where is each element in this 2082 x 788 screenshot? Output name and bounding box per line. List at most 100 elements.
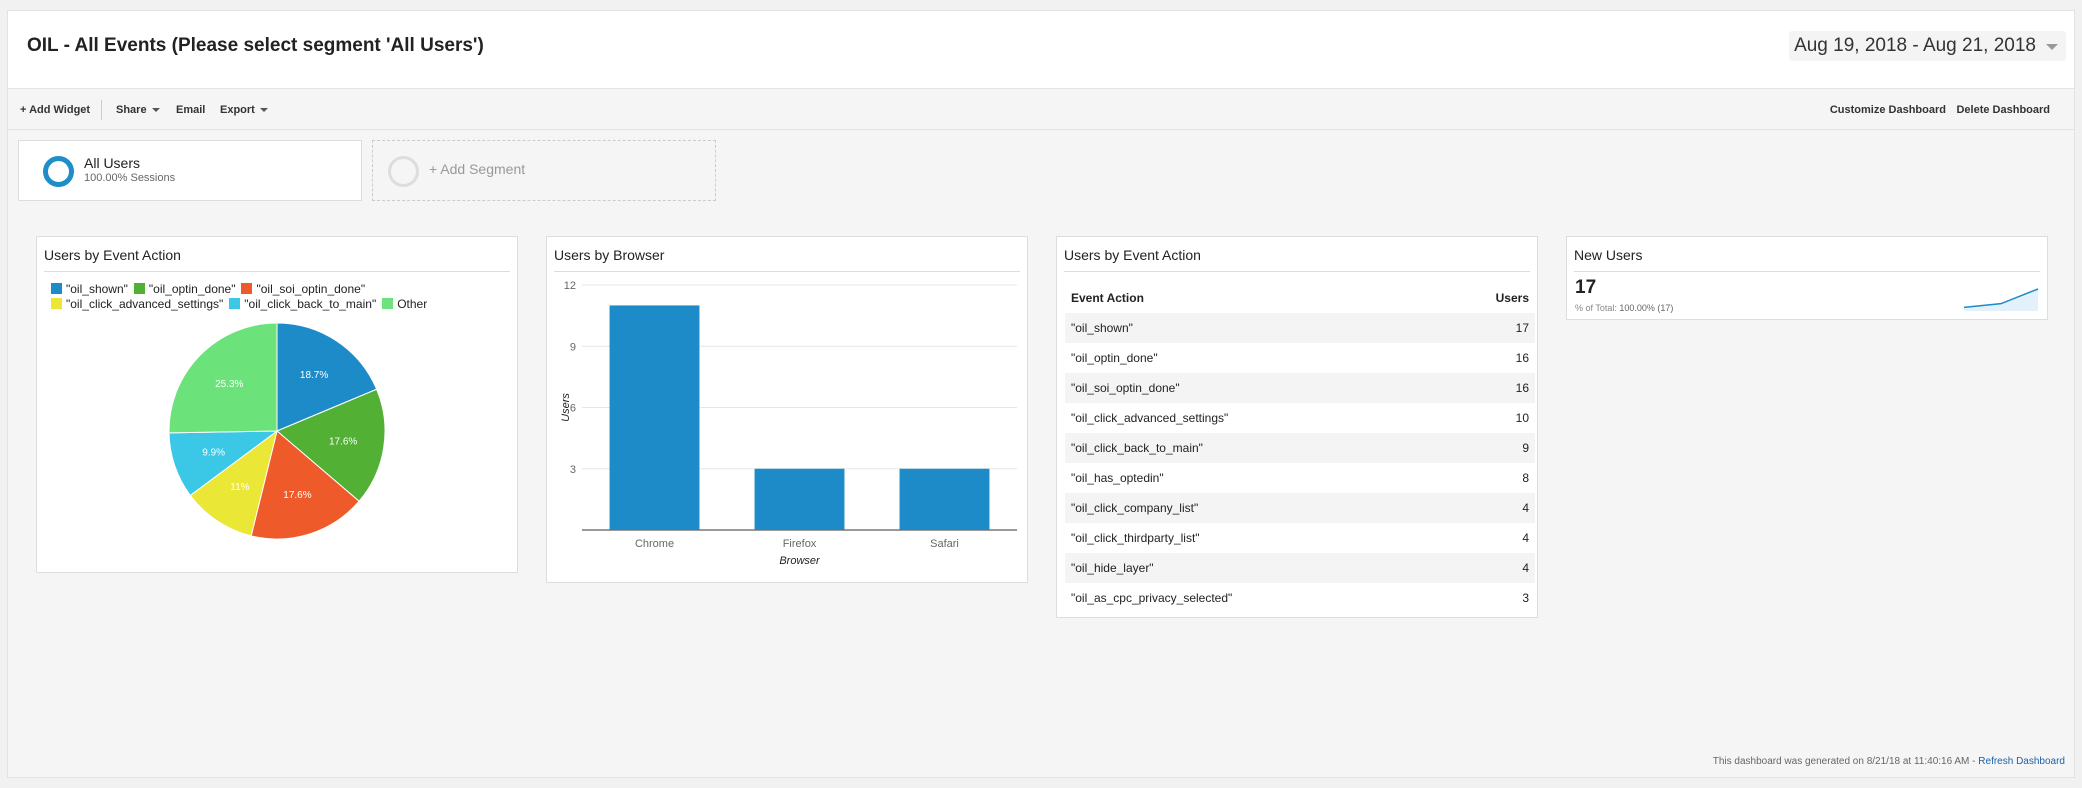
sparkline-chart [1963, 288, 2039, 311]
users-cell: 3 [1522, 591, 1529, 605]
column-header-event-action[interactable]: Event Action [1065, 283, 1437, 313]
segment-sessions: 100.00% Sessions [84, 172, 176, 184]
customize-dashboard-button[interactable]: Customize Dashboard [1830, 90, 1946, 130]
legend-swatch [51, 283, 62, 294]
widget-title: New Users [1574, 247, 2040, 272]
table-row: "oil_optin_done" 16 [1065, 343, 1535, 373]
table-row: "oil_click_back_to_main" 9 [1065, 433, 1535, 463]
sparkline-area [1964, 289, 2038, 311]
event-action-cell: "oil_click_back_to_main" [1065, 433, 1438, 463]
pie-slice-label: 17.6% [283, 490, 311, 501]
delete-dashboard-button[interactable]: Delete Dashboard [1956, 90, 2050, 130]
pie-chart: 18.7% 17.6% 17.6% 11% 9.9% 25.3% [168, 322, 386, 540]
legend-item: "oil_optin_done" [133, 282, 236, 297]
event-action-cell: "oil_as_cpc_privacy_selected" [1071, 591, 1233, 605]
empty-segment-ring-icon [388, 156, 419, 187]
export-button[interactable]: Export [220, 90, 268, 130]
pie-slice-label: 18.7% [300, 370, 328, 381]
event-action-cell: "oil_shown" [1065, 313, 1438, 343]
legend-label: Other [397, 297, 428, 311]
table-row: "oil_click_advanced_settings" 10 [1065, 403, 1535, 433]
legend-label: "oil_click_back_to_main" [244, 297, 377, 311]
legend-swatch [382, 298, 394, 309]
bar-widget: Users by Browser 3 6 9 12 Chrome Firefox Safar… [546, 236, 1028, 583]
pie-legend: "oil_shown" "oil_optin_done" "oil_soi_opti… [51, 282, 501, 312]
chevron-down-icon [2046, 44, 2058, 50]
toolbar-divider [101, 100, 102, 120]
table-row: "oil_hide_layer" 4 [1065, 553, 1535, 583]
pie-widget: Users by Event Action "oil_shown" "oil_op… [36, 236, 518, 573]
dashboard-footer: This dashboard was generated on 8/21/18 … [1713, 756, 2065, 767]
legend-label: "oil_soi_optin_done" [256, 282, 366, 296]
date-range-picker[interactable]: Aug 19, 2018 - Aug 21, 2018 [1789, 31, 2066, 61]
users-cell: 8 [1522, 471, 1529, 485]
add-segment-button[interactable]: + Add Segment [372, 140, 716, 201]
users-cell: 9 [1437, 433, 1535, 463]
event-action-cell: "oil_click_company_list" [1065, 493, 1438, 523]
column-header-users[interactable]: Users [1437, 283, 1535, 313]
legend-swatch [133, 283, 145, 294]
legend-item: Other [382, 297, 427, 312]
users-cell: 10 [1515, 411, 1529, 425]
legend-label: "oil_optin_done" [148, 282, 236, 296]
users-cell: 17 [1437, 313, 1535, 343]
table-row: "oil_click_company_list" 4 [1065, 493, 1535, 523]
pct-value: 100.00% (17) [1619, 303, 1674, 313]
legend-swatch [241, 283, 253, 294]
event-action-cell: "oil_hide_layer" [1065, 553, 1438, 583]
event-action-cell: "oil_optin_done" [1071, 351, 1158, 365]
add-widget-button[interactable]: + Add Widget [20, 90, 90, 130]
legend-swatch [229, 298, 241, 309]
table-row: "oil_soi_optin_done" 16 [1065, 373, 1535, 403]
y-tick-label: 12 [564, 280, 576, 292]
dashboard-frame: OIL - All Events (Please select segment … [7, 10, 2075, 778]
event-action-cell: "oil_has_optedin" [1071, 471, 1164, 485]
legend-item: "oil_shown" [51, 282, 128, 297]
pie-slice-label: 17.6% [329, 436, 357, 447]
users-cell: 4 [1437, 493, 1535, 523]
legend-swatch [51, 298, 62, 309]
refresh-dashboard-link[interactable]: Refresh Dashboard [1978, 756, 2065, 767]
x-tick-label: Safari [930, 538, 959, 550]
bar[interactable] [899, 468, 990, 530]
pie-slice-label: 9.9% [202, 448, 225, 459]
dashboard-header: OIL - All Events (Please select segment … [8, 11, 2074, 89]
export-label: Export [220, 104, 255, 116]
legend-item: "oil_click_advanced_settings" [51, 297, 223, 312]
segment-ring-icon [43, 156, 74, 187]
dashboard-toolbar: + Add Widget Share Email Export Customiz… [8, 90, 2074, 130]
table-row: "oil_as_cpc_privacy_selected" 3 [1065, 583, 1535, 613]
y-tick-label: 9 [570, 341, 576, 353]
segment-all-users[interactable]: All Users 100.00% Sessions [18, 140, 362, 201]
email-button[interactable]: Email [176, 90, 205, 130]
table-row: "oil_has_optedin" 8 [1065, 463, 1535, 493]
legend-item: "oil_soi_optin_done" [241, 282, 365, 297]
legend-label: "oil_click_advanced_settings" [66, 297, 224, 311]
table-row: "oil_shown" 17 [1065, 313, 1535, 343]
event-action-cell: "oil_click_thirdparty_list" [1071, 531, 1200, 545]
chevron-down-icon [151, 108, 160, 113]
event-action-table: Event Action Users "oil_shown" 17 "oil_opt… [1065, 283, 1535, 613]
table-row: "oil_click_thirdparty_list" 4 [1065, 523, 1535, 553]
legend-item: "oil_click_back_to_main" [229, 297, 376, 312]
bar[interactable] [609, 305, 700, 530]
widget-title: Users by Browser [554, 247, 1020, 272]
bar-chart: 36912Chrome Firefox SafariBrowserUsers [560, 280, 1017, 567]
x-axis-label: Browser [779, 555, 821, 567]
y-axis-label: Users [560, 393, 572, 422]
widget-title: Users by Event Action [44, 247, 510, 272]
percent-of-total: % of Total: 100.00% (17) [1575, 303, 1673, 313]
table-header-row: Event Action Users [1065, 283, 1535, 313]
chevron-down-icon [259, 108, 268, 113]
users-cell: 4 [1437, 553, 1535, 583]
widget-title: Users by Event Action [1064, 247, 1530, 272]
pie-slice[interactable] [168, 322, 278, 434]
pie-slice-label: 25.3% [215, 379, 243, 390]
bar[interactable] [754, 468, 845, 530]
users-cell: 4 [1522, 531, 1529, 545]
x-tick-label: Firefox [783, 538, 817, 550]
pie-slice-label: 11% [230, 482, 249, 493]
share-button[interactable]: Share [116, 90, 160, 130]
segment-name: All Users [84, 155, 141, 171]
new-users-widget: New Users 17 % of Total: 100.00% (17) [1566, 236, 2048, 320]
